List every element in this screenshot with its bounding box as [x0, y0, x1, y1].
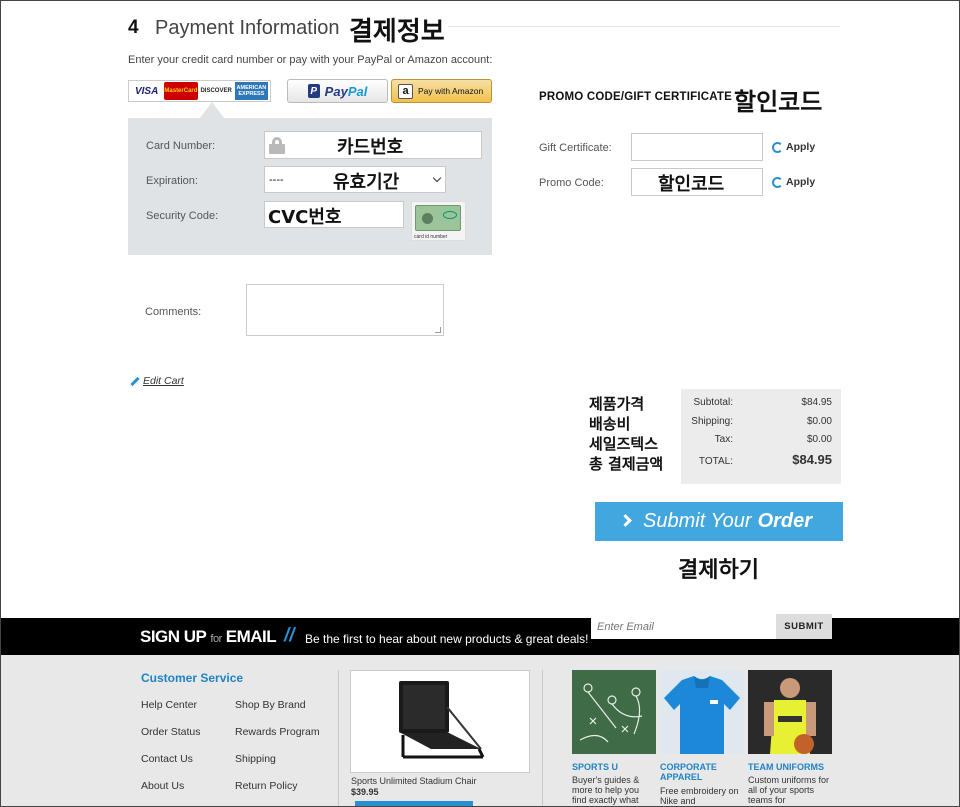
edit-cart-label: Edit Cart: [143, 375, 184, 387]
featured-product-image[interactable]: [350, 670, 530, 773]
stadium-chair-image: [399, 681, 485, 759]
signup-slashes: //: [284, 625, 295, 646]
section-title: Payment Information: [155, 17, 340, 39]
sports-u-chalkboard-image[interactable]: [572, 670, 656, 754]
amazon-a-icon: a: [398, 83, 413, 99]
promo-code-korean: 할인코드: [658, 174, 725, 195]
submit-label-b: Order: [757, 510, 813, 532]
gift-apply-label: Apply: [786, 141, 816, 153]
tax-value: $0.00: [806, 434, 832, 445]
step-number: 4: [128, 17, 139, 38]
selected-method-pointer: [200, 102, 224, 118]
product-price: $39.95: [351, 787, 379, 797]
signup-title-a: SIGN UP: [140, 627, 207, 646]
signup-tagline: Be the first to hear about new products …: [305, 632, 589, 646]
subtotal-korean: 제품가격: [589, 395, 645, 413]
footer-link-about-us[interactable]: About Us: [141, 780, 184, 792]
total-value: $84.95: [792, 452, 832, 467]
footer-link-contact-us[interactable]: Contact Us: [141, 753, 193, 765]
comments-label: Comments:: [145, 306, 202, 318]
footer-link-return-policy[interactable]: Return Policy: [235, 780, 297, 792]
pay-with-amazon-button[interactable]: a Pay with Amazon: [391, 79, 492, 103]
customer-service-heading: Customer Service: [141, 671, 244, 685]
footer-divider: [338, 670, 339, 807]
team-uniforms-player-image[interactable]: [748, 670, 832, 754]
lock-icon: [269, 137, 285, 154]
security-code-label: Security Code:: [146, 210, 219, 222]
footer-link-help-center[interactable]: Help Center: [141, 699, 197, 711]
expiration-label: Expiration:: [146, 175, 198, 187]
amex-logo: AMERICAN EXPRESS: [234, 82, 268, 100]
comments-textarea[interactable]: [246, 284, 444, 336]
total-korean: 총 결제금액: [589, 455, 664, 473]
card-id-hint-image: card id number: [411, 201, 466, 241]
chevron-down-icon: [432, 173, 442, 183]
edit-cart-link[interactable]: Edit Cart: [130, 375, 184, 387]
subtotal-label: Subtotal:: [693, 397, 733, 408]
card-number-label: Card Number:: [146, 140, 216, 152]
footer-link-shipping[interactable]: Shipping: [235, 753, 276, 765]
resize-handle-icon[interactable]: [435, 327, 441, 333]
footer-link-order-status[interactable]: Order Status: [141, 726, 201, 738]
credit-card-logos[interactable]: VISA MasterCard DISCOVER AMERICAN EXPRES…: [128, 80, 271, 102]
gift-certificate-label: Gift Certificate:: [539, 142, 612, 154]
product-name[interactable]: Sports Unlimited Stadium Chair: [351, 776, 477, 786]
card-number-korean: 카드번호: [337, 137, 404, 158]
footer-divider: [542, 670, 543, 807]
discover-logo: DISCOVER: [200, 88, 232, 94]
promo-apply-label: Apply: [786, 176, 816, 188]
section-title-korean: 결제정보: [349, 17, 445, 47]
email-submit-button[interactable]: SUBMIT: [776, 614, 832, 639]
product-button[interactable]: [355, 801, 473, 807]
security-code-korean: CVC번호: [268, 207, 342, 228]
footer-link-shop-by-brand[interactable]: Shop By Brand: [235, 699, 306, 711]
shipping-value: $0.00: [806, 416, 832, 427]
paypal-button[interactable]: P PayPal: [287, 79, 388, 103]
corporate-apparel-shirt-image[interactable]: [660, 670, 744, 754]
signup-title-for: for: [210, 633, 222, 645]
gift-apply-button[interactable]: Apply: [772, 141, 815, 153]
tile-text-sports-u: Buyer's guides & more to help you find e…: [572, 775, 640, 805]
total-label: TOTAL:: [698, 456, 733, 467]
tile-text-team-uniforms: Custom uniforms for all of your sports t…: [748, 775, 830, 805]
promo-apply-button[interactable]: Apply: [772, 176, 815, 188]
card-id-caption: card id number: [414, 234, 448, 240]
promo-heading-korean: 할인코드: [734, 88, 823, 116]
refresh-icon: [772, 141, 783, 153]
paypal-label-b: Pal: [347, 83, 368, 99]
email-input[interactable]: [591, 614, 776, 639]
gift-certificate-input[interactable]: [631, 133, 763, 161]
chevron-right-icon: [619, 514, 632, 527]
tile-title-corporate-apparel[interactable]: CORPORATE APPAREL: [660, 762, 744, 782]
refresh-icon: [772, 176, 783, 188]
tile-text-corporate-apparel: Free embroidery on Nike and: [660, 786, 739, 806]
submit-label-a: Submit Your: [643, 510, 752, 532]
signup-title: SIGN UP for EMAIL: [140, 627, 277, 647]
submit-korean: 결제하기: [678, 558, 759, 583]
payment-intro-text: Enter your credit card number or pay wit…: [128, 54, 493, 66]
promo-heading: PROMO CODE/GIFT CERTIFICATE: [539, 91, 733, 103]
signup-title-b: EMAIL: [225, 627, 277, 646]
submit-order-button[interactable]: Submit Your Order: [595, 502, 843, 541]
shipping-label: Shipping:: [691, 416, 733, 427]
shipping-korean: 배송비: [589, 415, 631, 433]
tax-korean: 세일즈텍스: [589, 435, 659, 453]
amazon-button-label: Pay with Amazon: [418, 86, 484, 96]
mastercard-logo: MasterCard: [164, 82, 198, 100]
paypal-label-a: Pay: [324, 83, 348, 99]
expiration-selected-value: ----: [269, 173, 284, 186]
promo-code-label: Promo Code:: [539, 177, 604, 189]
expiration-korean: 유효기간: [333, 172, 400, 193]
tile-title-team-uniforms[interactable]: TEAM UNIFORMS: [748, 762, 832, 772]
tax-label: Tax:: [714, 434, 733, 445]
subtotal-value: $84.95: [801, 397, 832, 408]
heading-rule: [448, 26, 840, 27]
pencil-icon: [130, 376, 140, 386]
footer-link-rewards-program[interactable]: Rewards Program: [235, 726, 320, 738]
paypal-p-icon: P: [307, 84, 320, 98]
visa-logo: VISA: [134, 85, 159, 97]
tile-title-sports-u[interactable]: SPORTS U: [572, 762, 656, 772]
